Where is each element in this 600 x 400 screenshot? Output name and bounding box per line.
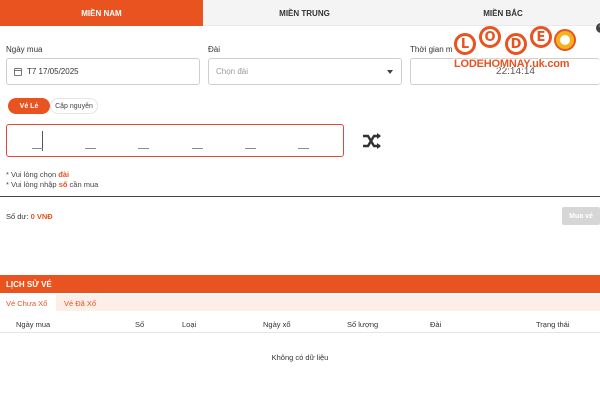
tab-mien-nam[interactable]: MIỀN NAM: [0, 0, 203, 26]
digit-slot: [85, 148, 96, 149]
logo-text: LODEHOMNAY.uk.com: [454, 58, 570, 70]
date-picker[interactable]: T7 17/05/2025: [6, 58, 200, 85]
station-placeholder: Chọn đài: [216, 67, 249, 76]
column-header: Ngày xổ: [263, 320, 291, 329]
balance: Số dư: 0 VNĐ: [6, 212, 53, 221]
column-header: Loại: [182, 320, 197, 329]
note-enter-number: * Vui lòng nhập số cần mua: [6, 180, 98, 189]
balance-label: Số dư:: [6, 212, 31, 221]
table-header-divider: [0, 332, 600, 333]
history-tabs: Vé Chưa Xổ Vé Đã Xổ: [0, 295, 600, 311]
help-icon[interactable]: ?: [596, 23, 600, 33]
digit-slot: [32, 148, 43, 149]
shuffle-icon[interactable]: [360, 129, 384, 153]
logo-ball-o: O: [479, 26, 501, 48]
chevron-down-icon: [387, 70, 393, 74]
digit-slot: [138, 148, 149, 149]
digit-slot: [245, 148, 256, 149]
logo-ball-e: E: [530, 26, 552, 48]
digit-slot: [192, 148, 203, 149]
number-input[interactable]: [6, 124, 344, 157]
section-divider: [0, 196, 600, 197]
ticket-type-pair[interactable]: Cặp nguyên: [50, 98, 98, 114]
history-title: LỊCH SỬ VÉ: [0, 275, 600, 293]
station-select[interactable]: Chọn đài: [208, 58, 402, 85]
balance-amount: 0 VNĐ: [30, 212, 53, 221]
column-header: Ngày mua: [16, 320, 51, 329]
note-highlight: đài: [58, 170, 70, 179]
note-text: cần mua: [67, 180, 99, 189]
note-select-station: * Vui lòng chọn đài: [6, 170, 69, 179]
site-logo: L O D E LODEHOMNAY.uk.com ?: [450, 18, 600, 80]
column-header: Trạng thái: [536, 320, 570, 329]
note-text: * Vui lòng chọn: [6, 170, 59, 179]
station-label: Đài: [208, 45, 221, 54]
logo-ball-l: L: [454, 33, 476, 55]
buy-ticket-button[interactable]: Mua vé: [562, 207, 600, 225]
tab-unsettled[interactable]: Vé Chưa Xổ: [0, 295, 56, 311]
logo-ball-d: D: [505, 33, 527, 55]
ticket-type-single[interactable]: Vé Lẻ: [8, 98, 50, 114]
lottery-ball-icon: [554, 29, 576, 51]
tab-mien-trung[interactable]: MIỀN TRUNG: [203, 0, 406, 26]
tab-settled[interactable]: Vé Đã Xổ: [64, 295, 114, 311]
digit-slot: [298, 148, 309, 149]
column-header: Số: [135, 320, 145, 329]
column-header: Số lượng: [347, 320, 379, 329]
note-text: * Vui lòng nhập: [6, 180, 59, 189]
time-label: Thời gian m: [410, 45, 453, 54]
empty-state: Không có dữ liệu: [271, 353, 329, 362]
date-label: Ngày mua: [6, 45, 43, 54]
column-header: Đài: [430, 320, 442, 329]
calendar-icon: [14, 67, 22, 76]
date-value: T7 17/05/2025: [27, 67, 79, 76]
